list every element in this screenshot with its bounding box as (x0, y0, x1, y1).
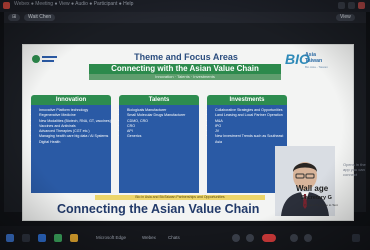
list-item: Managing health care big data / AI Syste… (39, 134, 111, 139)
bio-logo: BIO Asia Taiwan Bio Asia - Taiwan (285, 51, 328, 69)
maximize-icon[interactable] (348, 2, 355, 9)
folder-icon[interactable] (70, 234, 78, 242)
taskbar-item[interactable]: Chats (168, 235, 180, 240)
notification-icon[interactable] (352, 234, 360, 242)
mute-icon[interactable] (232, 234, 240, 242)
leave-meeting-icon[interactable] (262, 234, 276, 242)
start-icon[interactable] (6, 234, 14, 242)
slide-big-title: Connecting the Asian Value Chain (57, 202, 260, 216)
speaker-name: Wall age (296, 184, 329, 193)
search-icon[interactable] (22, 234, 30, 242)
layout-button[interactable]: ⊞ (8, 14, 21, 21)
column-header: Investments (207, 95, 287, 105)
video-icon[interactable] (246, 234, 254, 242)
list-item: New Investment Trends such as Southeast … (215, 134, 287, 145)
webex-icon[interactable] (54, 234, 62, 242)
list-item: Generics (127, 134, 199, 139)
column-header: Innovation (31, 95, 111, 105)
app-logo-icon (3, 2, 10, 9)
chat-icon[interactable] (304, 234, 312, 242)
app-title-bar: Webex ● Meeting ● View ● Audio ● Partici… (0, 0, 370, 12)
list-item: Land Leasing and Local Partner Operation (215, 113, 287, 118)
minimize-icon[interactable] (338, 2, 345, 9)
footer-band: Bio in Asia and BioTaiwan Partnerships a… (95, 195, 265, 200)
column-body: Innovative Platform technology Regenerat… (31, 105, 111, 193)
column-innovation: Innovation Innovative Platform technolog… (31, 95, 111, 193)
close-icon[interactable] (358, 2, 365, 9)
participants-icon[interactable] (290, 234, 298, 242)
column-body: Biologicals Manufacturer Small Molecular… (119, 105, 199, 193)
side-panel-text: Opens in the app you can connect (343, 162, 366, 177)
speaker-role: Secretary G (301, 195, 332, 201)
column-header: Talents (119, 95, 199, 105)
meeting-toolbar: ⊞ Wait Chen View (4, 12, 366, 23)
list-item: Digital Health (39, 140, 111, 145)
bio-logo-title: Asia Taiwan (305, 52, 323, 64)
slide-heading: Theme and Focus Areas (134, 52, 238, 62)
view-button[interactable]: View (336, 14, 355, 21)
bio-logo-sub: Bio Asia - Taiwan (305, 65, 328, 69)
organizer-logo-icon (32, 55, 57, 63)
speaker-org: Powered by Voice to Text (304, 203, 338, 207)
column-talents: Talents Biologicals Manufacturer Small M… (119, 95, 199, 193)
presenter-pill[interactable]: Wait Chen (24, 14, 56, 21)
taskbar-item[interactable]: Microsoft Edge (96, 235, 126, 240)
slide-sub-banner: Innovation · Talents · Investments (89, 74, 281, 80)
slide-banner: Connecting with the Asian Value Chain (89, 64, 281, 74)
taskbar-item[interactable]: Webex (142, 235, 156, 240)
app-menu[interactable]: Webex ● Meeting ● View ● Audio ● Partici… (14, 1, 133, 7)
edge-icon[interactable] (38, 234, 46, 242)
